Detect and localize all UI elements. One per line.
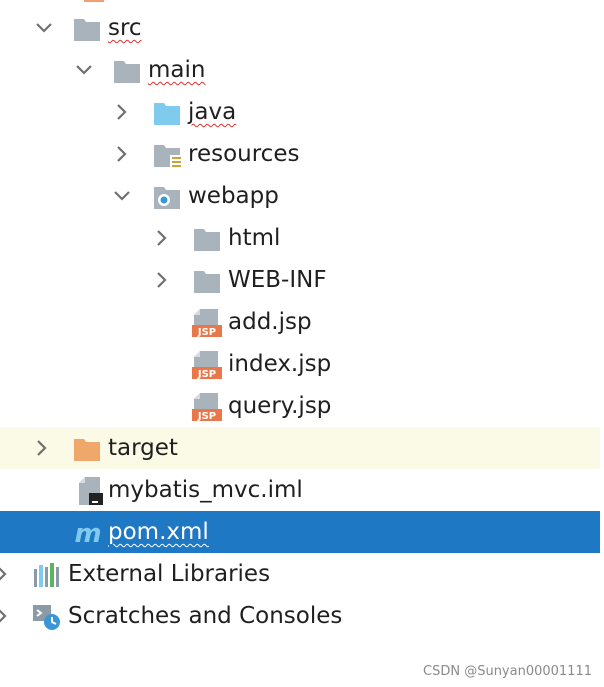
- tree-item-label: src: [108, 15, 142, 41]
- tree-item-java[interactable]: java: [0, 91, 600, 133]
- tree-item-add-jsp[interactable]: JSP add.jsp: [0, 301, 600, 343]
- chevron-down-icon[interactable]: [74, 60, 94, 80]
- tree-item-label: index.jsp: [228, 351, 332, 377]
- tree-item-web-inf[interactable]: WEB-INF: [0, 259, 600, 301]
- tree-item-label: target: [108, 435, 178, 461]
- tree-item-target[interactable]: target: [0, 427, 600, 469]
- tree-item-src[interactable]: src: [0, 7, 600, 49]
- jsp-file-icon: JSP: [192, 309, 222, 337]
- tree-item-external-libraries[interactable]: External Libraries: [0, 553, 600, 595]
- tree-item-label: main: [148, 57, 206, 83]
- folder-icon: [74, 19, 100, 41]
- project-tree: src main java resources webapp html WEB-…: [0, 0, 604, 687]
- chevron-down-icon[interactable]: [112, 186, 132, 206]
- excluded-folder-icon: [74, 439, 100, 461]
- libraries-icon: [34, 563, 59, 587]
- tree-item-label: add.jsp: [228, 309, 312, 335]
- jsp-file-icon: JSP: [192, 351, 222, 379]
- chevron-right-icon[interactable]: [152, 270, 172, 290]
- tree-item-main[interactable]: main: [0, 49, 600, 91]
- folder-icon: [114, 61, 140, 83]
- tree-item-iml[interactable]: mybatis_mvc.iml: [0, 469, 600, 511]
- resources-folder-icon: [154, 145, 182, 169]
- chevron-right-icon[interactable]: [0, 606, 12, 626]
- tree-item-label: webapp: [188, 183, 279, 209]
- tree-item-webapp[interactable]: webapp: [0, 175, 600, 217]
- tree-item-html[interactable]: html: [0, 217, 600, 259]
- maven-glyph: m: [74, 519, 101, 547]
- tree-item-label: Scratches and Consoles: [68, 603, 343, 629]
- jsp-badge-text: JSP: [197, 411, 216, 421]
- tree-item-index-jsp[interactable]: JSP index.jsp: [0, 343, 600, 385]
- scratches-icon: [33, 605, 60, 630]
- tree-item-pom-xml[interactable]: m pom.xml: [0, 511, 600, 553]
- chevron-right-icon[interactable]: [32, 438, 52, 458]
- chevron-right-icon[interactable]: [0, 564, 12, 584]
- tree-item-label: pom.xml: [108, 519, 209, 545]
- tree-item-scratches[interactable]: Scratches and Consoles: [0, 595, 600, 637]
- tree-item-label: query.jsp: [228, 393, 332, 419]
- chevron-right-icon[interactable]: [112, 102, 132, 122]
- jsp-badge-text: JSP: [197, 327, 216, 337]
- tree-item-label: External Libraries: [68, 561, 271, 587]
- chevron-right-icon[interactable]: [152, 228, 172, 248]
- web-folder-icon: [154, 187, 180, 209]
- folder-icon: [194, 271, 220, 293]
- tree-item-resources[interactable]: resources: [0, 133, 600, 175]
- chevron-down-icon[interactable]: [34, 18, 54, 38]
- tree-item-label: mybatis_mvc.iml: [108, 477, 303, 503]
- source-folder-icon: [154, 103, 180, 125]
- jsp-badge-text: JSP: [197, 369, 216, 379]
- tree-item-label: WEB-INF: [228, 267, 327, 293]
- tree-item-query-jsp[interactable]: JSP query.jsp: [0, 385, 600, 427]
- folder-icon: [194, 229, 220, 251]
- watermark: CSDN @Sunyan00001111: [423, 664, 592, 679]
- tree-item-label: java: [188, 99, 237, 125]
- tree-item-label: html: [228, 225, 281, 251]
- maven-icon: m: [74, 519, 101, 547]
- chevron-right-icon[interactable]: [112, 144, 132, 164]
- partial-icon: [84, 0, 104, 2]
- module-file-icon: [79, 477, 103, 505]
- jsp-file-icon: JSP: [192, 393, 222, 421]
- tree-item-label: resources: [188, 141, 300, 167]
